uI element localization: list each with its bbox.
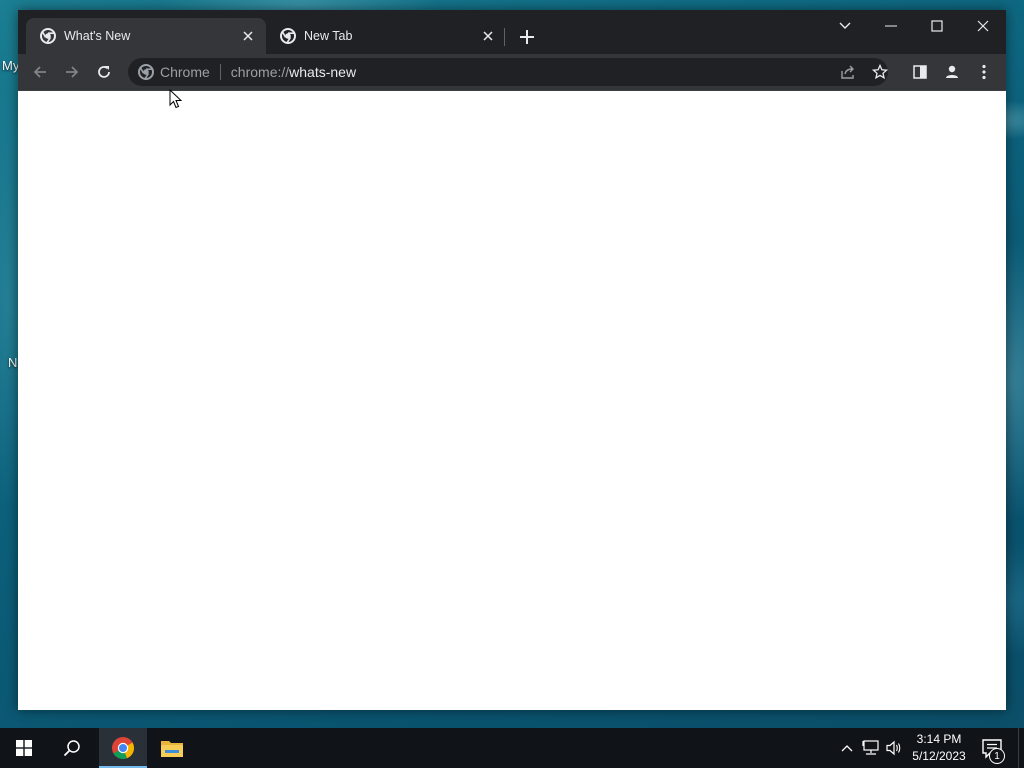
menu-button[interactable]	[972, 60, 996, 84]
side-panel-icon	[913, 65, 927, 79]
show-hidden-icons-button[interactable]	[838, 739, 856, 757]
show-desktop-button[interactable]	[1018, 728, 1024, 768]
profile-icon	[946, 65, 958, 78]
chevron-down-icon	[839, 22, 851, 29]
volume-button[interactable]	[885, 739, 903, 757]
tab-title: What's New	[64, 29, 131, 43]
forward-icon	[66, 66, 79, 78]
back-button[interactable]	[28, 60, 52, 84]
share-icon	[841, 65, 854, 79]
close-icon	[977, 20, 989, 32]
chrome-icon	[138, 64, 154, 80]
network-icon	[862, 740, 879, 755]
search-icon	[63, 740, 80, 757]
clock-time: 3:14 PM	[916, 732, 962, 746]
desktop-icon-label-2[interactable]: N	[8, 355, 17, 370]
tab-title: New Tab	[304, 29, 353, 43]
omnibox-chip-label[interactable]: Chrome	[160, 64, 210, 80]
network-button[interactable]	[862, 739, 880, 757]
taskbar: 3:14 PM 5/12/2023 1	[0, 728, 1024, 768]
plus-icon	[520, 30, 534, 44]
back-icon	[33, 66, 46, 78]
url-scheme: chrome://	[230, 64, 290, 80]
page-content[interactable]	[18, 90, 1006, 710]
minimize-button[interactable]	[868, 10, 914, 42]
share-button[interactable]	[836, 60, 860, 84]
mouse-cursor-icon	[169, 89, 183, 109]
tab-search-button[interactable]	[822, 10, 868, 42]
notification-count-badge: 1	[989, 748, 1005, 764]
chrome-icon	[280, 28, 296, 44]
side-panel-button[interactable]	[908, 60, 932, 84]
windows-icon	[16, 740, 32, 756]
close-icon[interactable]	[480, 28, 496, 44]
chrome-icon	[40, 28, 56, 44]
maximize-icon	[931, 20, 943, 32]
tab-new-tab[interactable]: New Tab	[266, 18, 506, 54]
new-tab-button[interactable]	[516, 26, 538, 48]
start-button[interactable]	[0, 728, 48, 768]
chrome-icon	[112, 737, 135, 760]
forward-button[interactable]	[60, 60, 84, 84]
search-button[interactable]	[48, 728, 96, 768]
star-icon	[872, 64, 888, 80]
reload-icon	[98, 66, 110, 78]
taskbar-clock[interactable]: 3:14 PM 5/12/2023	[906, 731, 972, 765]
browser-window: What's New New Tab Chrome chrome:// what…	[18, 10, 1006, 710]
tab-strip: What's New New Tab	[18, 10, 1006, 54]
address-bar[interactable]: Chrome chrome://whats-new	[128, 58, 888, 86]
taskbar-chrome[interactable]	[99, 728, 147, 768]
tab-whats-new[interactable]: What's New	[26, 18, 266, 54]
maximize-button[interactable]	[914, 10, 960, 42]
profile-button[interactable]	[940, 60, 964, 84]
clock-date: 5/12/2023	[912, 749, 966, 763]
browser-toolbar: Chrome chrome://whats-new	[18, 54, 1006, 90]
tab-separator	[504, 28, 505, 46]
bookmark-button[interactable]	[868, 60, 892, 84]
chevron-up-icon	[841, 745, 853, 752]
folder-icon	[161, 741, 183, 757]
reload-button[interactable]	[92, 60, 116, 84]
desktop-icon-label-1[interactable]: My	[2, 58, 19, 73]
omnibox-divider	[219, 64, 221, 80]
menu-icon	[982, 64, 986, 80]
taskbar-file-explorer[interactable]	[148, 728, 196, 768]
close-window-button[interactable]	[960, 10, 1006, 42]
minimize-icon	[885, 25, 897, 27]
close-icon[interactable]	[240, 28, 256, 44]
volume-icon	[886, 740, 901, 756]
toolbar-divider	[18, 90, 1006, 91]
url-path: whats-new	[289, 64, 357, 80]
